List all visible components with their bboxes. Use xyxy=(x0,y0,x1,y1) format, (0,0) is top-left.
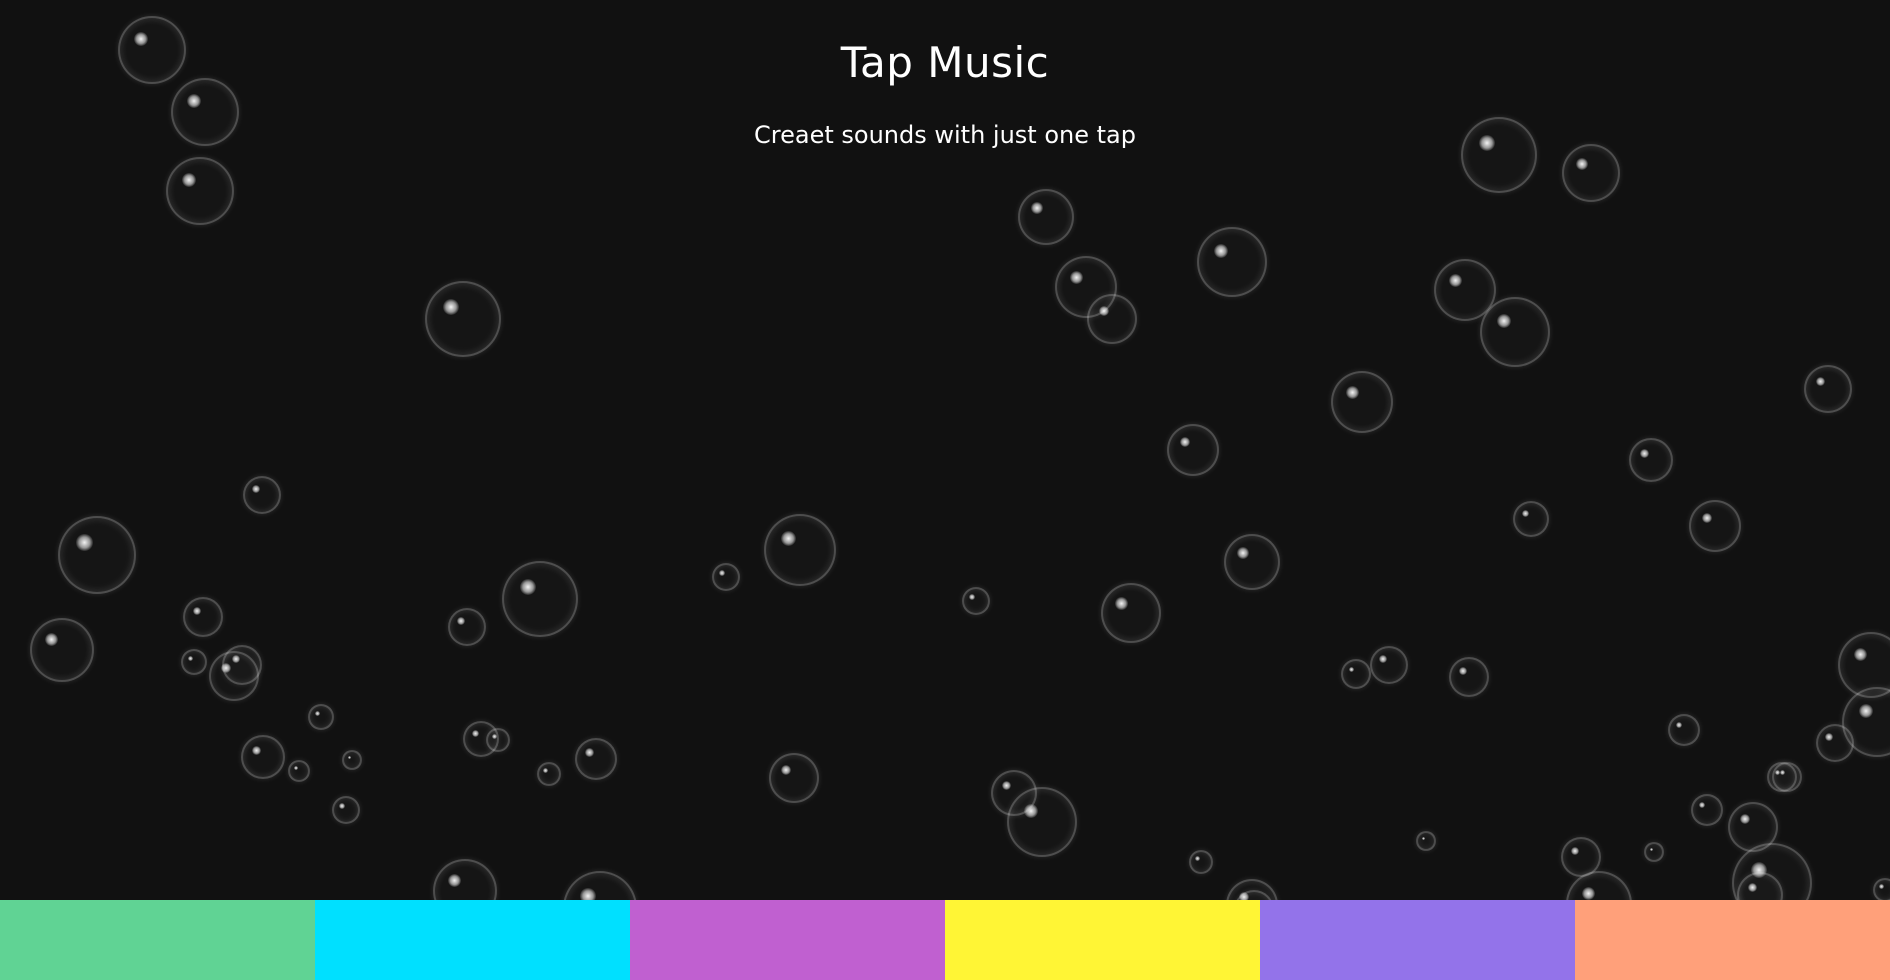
bubble xyxy=(537,762,561,786)
sound-pad-5[interactable] xyxy=(1260,900,1575,980)
bubble xyxy=(1629,438,1673,482)
bubble xyxy=(448,608,486,646)
bubble xyxy=(1416,831,1436,851)
bubble xyxy=(1513,501,1549,537)
bubble xyxy=(288,760,310,782)
bubble xyxy=(183,597,223,637)
bubble xyxy=(1197,227,1267,297)
bubble xyxy=(1341,659,1371,689)
bubble xyxy=(241,735,285,779)
bubble xyxy=(1101,583,1161,643)
bubble xyxy=(1480,297,1550,367)
sound-pad-2[interactable] xyxy=(315,900,630,980)
sound-pad-3[interactable] xyxy=(630,900,945,980)
sound-pad-4[interactable] xyxy=(945,900,1260,980)
bubble xyxy=(1167,424,1219,476)
bubble xyxy=(1691,794,1723,826)
bubble xyxy=(222,645,262,685)
bubble xyxy=(425,281,501,357)
bubble xyxy=(1189,850,1213,874)
bubble xyxy=(166,157,234,225)
bubble xyxy=(1689,500,1741,552)
bubble xyxy=(962,587,990,615)
bubble xyxy=(1562,144,1620,202)
bubble xyxy=(308,704,334,730)
bubble xyxy=(332,796,360,824)
bubble xyxy=(1816,724,1854,762)
bubble xyxy=(769,753,819,803)
page-title: Tap Music xyxy=(840,38,1050,87)
bubble xyxy=(1007,787,1077,857)
sound-pad-6[interactable] xyxy=(1575,900,1890,980)
bubble xyxy=(1767,762,1797,792)
bubble xyxy=(30,618,94,682)
sound-pad-1[interactable] xyxy=(0,900,315,980)
bubble xyxy=(575,738,617,780)
bubble xyxy=(1873,878,1890,902)
bubble xyxy=(764,514,836,586)
page-subtitle: Creaet sounds with just one tap xyxy=(754,121,1136,149)
bubble xyxy=(1804,365,1852,413)
bubble xyxy=(1370,646,1408,684)
bubble xyxy=(181,649,207,675)
bubble xyxy=(1644,842,1664,862)
bubble xyxy=(1331,371,1393,433)
bubble xyxy=(1018,189,1074,245)
sound-pads xyxy=(0,900,1890,980)
bubble xyxy=(243,476,281,514)
bubble xyxy=(502,561,578,637)
bubble xyxy=(1449,657,1489,697)
bubble xyxy=(1224,534,1280,590)
bubble xyxy=(486,728,510,752)
bubble xyxy=(342,750,362,770)
bubble xyxy=(1668,714,1700,746)
bubble xyxy=(58,516,136,594)
bubble xyxy=(712,563,740,591)
bubble xyxy=(1087,294,1137,344)
